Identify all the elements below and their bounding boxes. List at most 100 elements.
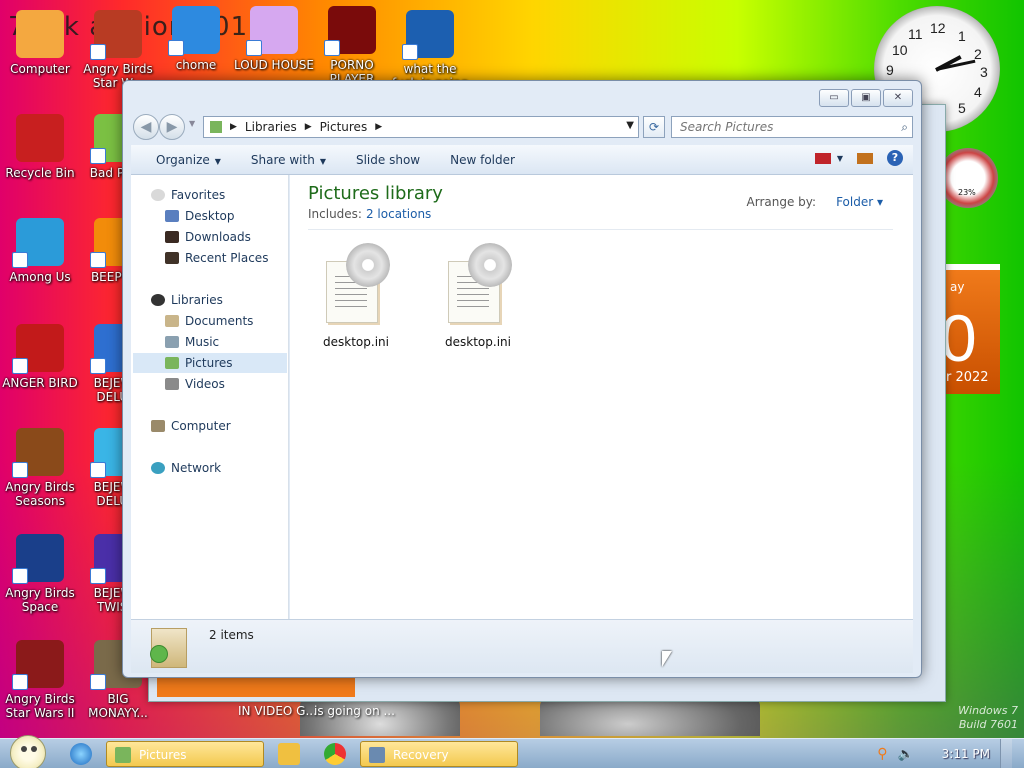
search-input[interactable] bbox=[680, 120, 880, 134]
taskbar: Pictures Recovery ⚲ 🔈 3:11 PM bbox=[0, 735, 1024, 768]
breadcrumb-separator-icon[interactable]: ▶ bbox=[230, 122, 237, 132]
taskbar-app-recovery[interactable]: Recovery bbox=[360, 741, 518, 767]
desktop-icon-label: ANGER BIRD bbox=[2, 376, 78, 390]
clock-time[interactable]: 3:11 PM bbox=[942, 747, 990, 761]
nav-downloads[interactable]: Downloads bbox=[165, 227, 251, 247]
calendar-gadget[interactable]: ay 0 er 2022 bbox=[938, 264, 1000, 394]
library-folder-icon bbox=[210, 121, 222, 133]
angry-birds-space-icon bbox=[402, 10, 454, 60]
pictures-icon bbox=[165, 357, 179, 369]
angry-bird-icon bbox=[12, 324, 64, 374]
explorer-window[interactable]: ▭ ▣ ✕ ◀ ▶ ▼ ▶ Libraries ▶ Pictures ▶ ▼ ⟳… bbox=[122, 80, 922, 678]
notification-icon[interactable]: ⚲ bbox=[877, 746, 887, 762]
network-icon bbox=[151, 462, 165, 474]
desktop-icon-item[interactable]: Angry Birds Seasons bbox=[0, 428, 80, 508]
loud-house-icon bbox=[246, 6, 298, 56]
address-dropdown-icon[interactable]: ▼ bbox=[626, 120, 634, 131]
cpu-meter-gadget[interactable]: 23% bbox=[938, 148, 998, 208]
show-desktop-button[interactable] bbox=[1000, 739, 1012, 768]
forward-button[interactable]: ▶ bbox=[159, 114, 185, 140]
desktop-icon-item[interactable]: LOUD HOUSE bbox=[234, 6, 314, 72]
desktop-icon-item[interactable]: Angry Birds Star W... bbox=[78, 10, 158, 90]
organize-button[interactable]: Organize ▼ bbox=[141, 153, 236, 167]
internet-explorer-icon[interactable] bbox=[70, 743, 92, 765]
share-with-button[interactable]: Share with ▼ bbox=[236, 153, 341, 167]
media-player-icon[interactable] bbox=[278, 743, 300, 765]
slide-show-button[interactable]: Slide show bbox=[341, 153, 435, 167]
recycle-bin-icon bbox=[16, 114, 64, 162]
file-list-pane[interactable]: Pictures library Includes: 2 locations Ar… bbox=[290, 175, 913, 619]
desktop-icon-item[interactable]: Angry Birds Space bbox=[0, 534, 80, 614]
search-box[interactable]: ⌕ bbox=[671, 116, 913, 138]
nav-favorites[interactable]: Favorites bbox=[151, 185, 225, 205]
caption-buttons: ▭ ▣ ✕ bbox=[819, 89, 913, 107]
desktop-icon bbox=[165, 210, 179, 222]
desktop-icon-label: chome bbox=[175, 58, 217, 72]
view-options-chevron-icon[interactable]: ▼ bbox=[837, 154, 843, 163]
downloads-icon bbox=[165, 231, 179, 243]
new-folder-button[interactable]: New folder bbox=[435, 153, 530, 167]
computer-icon bbox=[16, 10, 64, 58]
angry-birds-space-icon bbox=[12, 534, 64, 584]
desktop-icon-item[interactable]: Angry Birds Star Wars II bbox=[0, 640, 80, 720]
meter-value: 23% bbox=[958, 188, 976, 197]
library-locations-link[interactable]: 2 locations bbox=[366, 207, 431, 221]
volume-icon[interactable]: 🔈 bbox=[897, 747, 913, 762]
breadcrumb-libraries[interactable]: Libraries bbox=[245, 120, 297, 134]
desktop-icon-item[interactable]: ANGER BIRD bbox=[0, 324, 80, 390]
desktop-icon-item[interactable]: Computer bbox=[0, 10, 80, 76]
nav-pictures[interactable]: Pictures bbox=[133, 353, 287, 373]
angry-birds-star-wars-2-icon bbox=[12, 640, 64, 690]
desktop-icon-label: Angry Birds Seasons bbox=[5, 480, 75, 508]
minimize-button[interactable]: ▭ bbox=[819, 89, 849, 107]
nav-desktop[interactable]: Desktop bbox=[165, 206, 235, 226]
desktop-icon-item[interactable]: Among Us bbox=[0, 218, 80, 284]
close-button[interactable]: ✕ bbox=[883, 89, 913, 107]
desktop-icon-item[interactable]: Recycle Bin bbox=[0, 114, 80, 180]
angry-birds-seasons-icon bbox=[12, 428, 64, 478]
breadcrumb-separator-icon[interactable]: ▶ bbox=[305, 122, 312, 132]
preview-pane-icon[interactable] bbox=[857, 152, 873, 164]
nav-computer[interactable]: Computer bbox=[151, 416, 231, 436]
calendar-day: ay bbox=[950, 280, 965, 294]
maximize-button[interactable]: ▣ bbox=[851, 89, 881, 107]
library-includes: Includes: 2 locations bbox=[308, 207, 432, 221]
divider bbox=[308, 229, 893, 230]
chrome-icon bbox=[168, 6, 220, 56]
clock-number-2: 2 bbox=[974, 46, 982, 62]
nav-music[interactable]: Music bbox=[165, 332, 219, 352]
breadcrumb-separator-icon[interactable]: ▶ bbox=[375, 122, 382, 132]
search-icon[interactable]: ⌕ bbox=[901, 117, 908, 137]
library-status-icon bbox=[150, 628, 187, 668]
nav-documents[interactable]: Documents bbox=[165, 311, 253, 331]
arrange-by-dropdown[interactable]: Folder ▾ bbox=[826, 195, 883, 209]
address-bar[interactable]: ▶ Libraries ▶ Pictures ▶ ▼ bbox=[203, 116, 639, 138]
navigation-row: ◀ ▶ ▼ ▶ Libraries ▶ Pictures ▶ ▼ ⟳ ⌕ bbox=[131, 113, 913, 140]
clock-number-5: 5 bbox=[958, 100, 966, 116]
taskbar-app-pictures[interactable]: Pictures bbox=[106, 741, 264, 767]
refresh-button[interactable]: ⟳ bbox=[643, 116, 665, 138]
breadcrumb-pictures[interactable]: Pictures bbox=[320, 120, 368, 134]
file-name: desktop.ini bbox=[323, 335, 389, 349]
chrome-icon[interactable] bbox=[324, 743, 346, 765]
file-item[interactable]: desktop.ini bbox=[306, 241, 406, 349]
favorites-star-icon bbox=[151, 189, 165, 201]
start-button[interactable] bbox=[10, 735, 46, 768]
recent-pages-chevron-icon[interactable]: ▼ bbox=[189, 119, 195, 128]
desktop-icon-item[interactable]: PORNO PLAYER bbox=[312, 6, 392, 86]
command-bar: Organize ▼ Share with ▼ Slide show New fol… bbox=[131, 145, 913, 175]
desktop-icon-item[interactable]: chome bbox=[156, 6, 236, 72]
desktop-icon-label: Among Us bbox=[9, 270, 71, 284]
system-tray: ⚲ 🔈 3:11 PM bbox=[877, 739, 1024, 768]
nav-recent-places[interactable]: Recent Places bbox=[165, 248, 268, 268]
desktop-icon-label: Computer bbox=[10, 62, 70, 76]
nav-videos[interactable]: Videos bbox=[165, 374, 225, 394]
change-view-icon[interactable] bbox=[814, 152, 831, 164]
back-button[interactable]: ◀ bbox=[133, 114, 159, 140]
nav-libraries[interactable]: Libraries bbox=[151, 290, 223, 310]
settings-file-icon bbox=[438, 241, 518, 329]
nav-network[interactable]: Network bbox=[151, 458, 221, 478]
help-icon[interactable]: ? bbox=[887, 150, 903, 166]
file-item[interactable]: desktop.ini bbox=[428, 241, 528, 349]
clock-number-3: 3 bbox=[980, 64, 988, 80]
